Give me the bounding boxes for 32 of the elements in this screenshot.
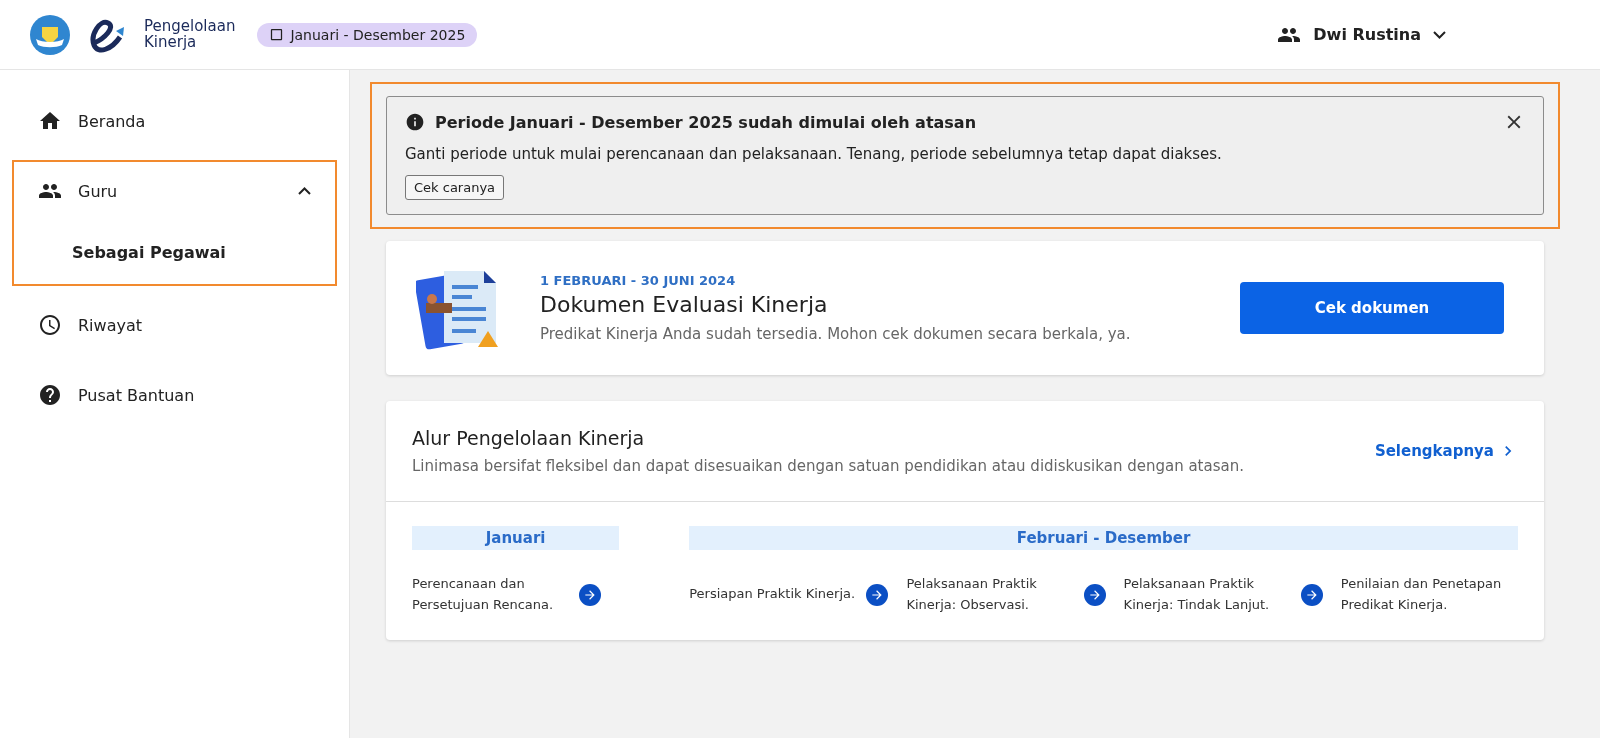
app-name: Pengelolaan (144, 18, 236, 35)
chevron-up-icon (298, 187, 311, 195)
more-link[interactable]: Selengkapnya (1374, 441, 1518, 461)
flow-step: Pelaksanaan Praktik Kinerja: Observasi. (906, 574, 1084, 616)
user-menu[interactable]: Dwi Rustina (1271, 21, 1452, 48)
period-badge: Januari - Desember 2025 (257, 22, 478, 47)
banner-text: Ganti periode untuk mulai perencanaan dan pelaksanaan. Tenang, periode sebelumnya tetap dapat diakses. (405, 145, 1223, 163)
sidebar-item[interactable]: Guru (14, 162, 335, 220)
flow-step: Pelaksanaan Praktik Kinerja: Tindak Lanjut. (1123, 574, 1301, 616)
phase-label: Januari (412, 526, 620, 550)
flow-step: Persiapan Praktik Kinerja. (689, 584, 867, 606)
chevron-down-icon (1433, 30, 1446, 39)
emblem-logo (28, 12, 72, 57)
card-title: Alur Pengelolaan Kinerja (412, 427, 646, 449)
check-document-button[interactable]: Cek dokumen (1240, 282, 1504, 334)
card-text: Predikat Kinerja Anda sudah tersedia. Mohon cek dokumen secara berkala, ya. (540, 325, 1131, 343)
date-range: 1 FEBRUARI - 30 JUNI 2024 (540, 273, 737, 288)
how-to-button[interactable]: Cek caranya (405, 175, 505, 200)
flow-step: Penilaian dan Penetapan Predikat Kinerja. (1340, 574, 1518, 616)
phase-label: Februari - Desember (689, 526, 1518, 550)
sidebar-item[interactable]: Pusat Bantuan (14, 366, 335, 424)
info-icon (405, 112, 425, 132)
sidebar-item[interactable]: Beranda (14, 92, 335, 150)
clock-icon (38, 313, 62, 337)
sidebar-item[interactable]: Riwayat (14, 296, 335, 354)
card-title: Dokumen Evaluasi Kinerja (540, 292, 829, 317)
app-name: Kinerja (144, 34, 197, 51)
card-subtitle: Linimasa bersifat fleksibel dan dapat disesuaikan dengan satuan pendidikan atau didiskusikan dengan atasan. (412, 457, 1244, 475)
flow-step: Perencanaan dan Persetujuan Rencana. (412, 574, 580, 616)
banner-title: Periode Januari - Desember 2025 sudah dimulai oleh atasan (435, 112, 977, 132)
help-icon (38, 383, 62, 407)
sidebar-subitem[interactable]: Sebagai Pegawai (14, 220, 335, 284)
